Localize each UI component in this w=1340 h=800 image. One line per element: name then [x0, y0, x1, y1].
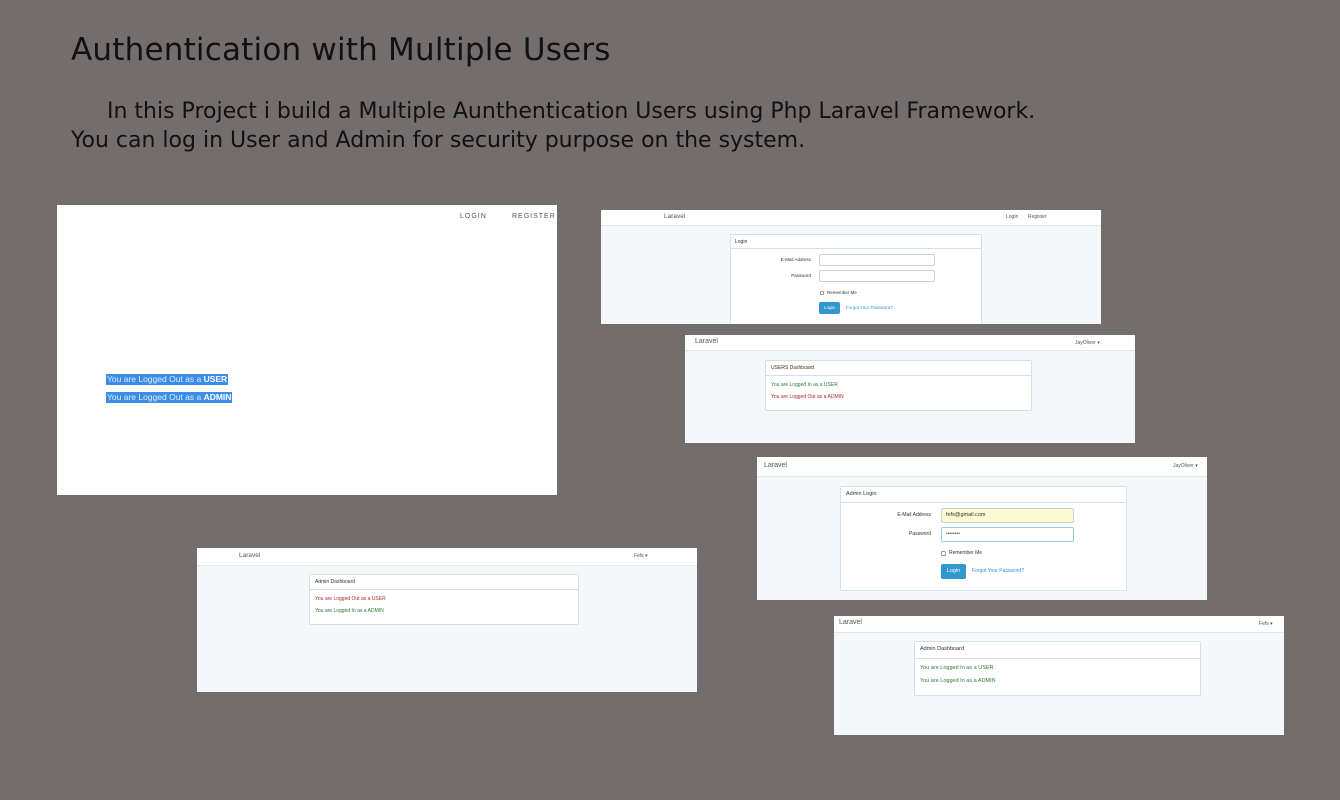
status-line-user-text: You are Logged Out as a — [107, 374, 204, 384]
status-line-user-text: You are Logged Out as a — [315, 596, 372, 602]
screenshot-admin-login: Laravel JayOliver ▾ Admin Login E-Mail A… — [757, 457, 1207, 600]
admin-dashboard-panel: Admin Dashboard You are Logged In as a U… — [914, 641, 1201, 696]
status-line-admin-text: You are Logged In as a — [920, 678, 978, 684]
screenshot-admin-dashboard-a: Laravel Fefs ▾ Admin Dashboard You are L… — [197, 548, 697, 692]
remember-checkbox[interactable] — [820, 291, 824, 295]
status-line-admin-text: You are Logged Out as a — [107, 392, 204, 402]
brand-link[interactable]: Laravel — [695, 338, 718, 345]
nav-login-link[interactable]: Login — [1006, 214, 1018, 220]
password-label: Password — [791, 273, 811, 278]
navbar: Laravel Fefs ▾ — [197, 548, 697, 566]
users-dashboard-panel: USERS Dashboard You are Logged In as a U… — [765, 360, 1032, 411]
screenshot-admin-dashboard-b: Laravel Fefs ▾ Admin Dashboard You are L… — [834, 616, 1284, 735]
remember-label: Remember Me — [827, 290, 857, 295]
status-line-user-role: USER — [823, 382, 838, 388]
email-label: E-Mail Address — [780, 257, 811, 262]
status-line-user-text: You are Logged In as a — [771, 382, 824, 388]
panel-title: Admin Dashboard — [310, 575, 578, 590]
status-line-user-text: You are Logged In as a — [920, 665, 979, 671]
screenshot-welcome: LOGIN REGISTER You are Logged Out as a U… — [57, 205, 557, 495]
status-line-admin-role: ADMIN — [827, 394, 844, 400]
navbar: Laravel JayOliver ▾ — [685, 335, 1135, 351]
status-line-user: You are Logged Out as a USER — [106, 374, 229, 385]
login-button[interactable]: Login — [941, 564, 966, 579]
login-panel: Login E-Mail Address Password Remember M… — [730, 234, 982, 324]
password-value: •••••••• — [946, 531, 961, 537]
panel-title: USERS Dashboard — [766, 361, 1031, 376]
brand-link[interactable]: Laravel — [664, 213, 685, 220]
screenshot-user-dashboard: Laravel JayOliver ▾ USERS Dashboard You … — [685, 335, 1135, 443]
status-line-admin: You are Logged Out as a ADMIN — [771, 394, 844, 400]
status-line-user: You are Logged In as a USER — [920, 665, 994, 671]
remember-checkbox[interactable] — [941, 551, 946, 556]
brand-link[interactable]: Laravel — [839, 619, 862, 626]
admin-login-panel: Admin Login E-Mail Address fefs@gmail.co… — [840, 486, 1127, 591]
page-description: In this Project i build a Multiple Aunth… — [71, 97, 1171, 155]
description-line-2: You can log in User and Admin for securi… — [71, 128, 806, 153]
user-menu-dropdown[interactable]: JayOliver ▾ — [1173, 463, 1198, 469]
forgot-password-link[interactable]: Forgot Your Password? — [972, 568, 1024, 574]
panel-title: Admin Dashboard — [915, 642, 1200, 659]
panel-title: Login — [731, 235, 981, 249]
status-line-admin-role: ADMIN — [203, 392, 232, 402]
page-title: Authentication with Multiple Users — [71, 32, 611, 68]
password-label: Password — [909, 531, 931, 537]
brand-link[interactable]: Laravel — [764, 462, 787, 469]
screenshot-login: Laravel Login Register Login E-Mail Addr… — [601, 210, 1101, 324]
status-line-user: You are Logged Out as a USER — [315, 596, 386, 602]
remember-label: Remember Me — [949, 550, 983, 556]
nav-register-link[interactable]: REGISTER — [512, 213, 556, 220]
status-line-admin: You are Logged In as a ADMIN — [920, 678, 996, 684]
brand-link[interactable]: Laravel — [239, 552, 260, 559]
status-line-user-role: USER — [978, 665, 994, 671]
navbar: Laravel JayOliver ▾ — [757, 457, 1207, 477]
description-line-1: In this Project i build a Multiple Aunth… — [107, 99, 1036, 124]
user-menu-dropdown[interactable]: Fefs ▾ — [634, 553, 648, 559]
password-input[interactable]: •••••••• — [941, 527, 1074, 542]
status-line-admin-role: ADMIN — [977, 678, 996, 684]
login-button[interactable]: Login — [819, 302, 840, 314]
navbar: Laravel Fefs ▾ — [834, 616, 1284, 633]
email-input[interactable] — [819, 254, 935, 266]
status-line-admin-text: You are Logged Out as a — [771, 394, 828, 400]
email-label: E-Mail Address — [897, 512, 931, 518]
admin-dashboard-panel: Admin Dashboard You are Logged Out as a … — [309, 574, 579, 625]
password-input[interactable] — [819, 270, 935, 282]
status-line-user-role: USER — [371, 596, 386, 602]
status-line-admin-text: You are Logged In as a — [315, 608, 368, 614]
panel-title: Admin Login — [841, 487, 1126, 503]
status-line-admin: You are Logged Out as a ADMIN — [106, 392, 233, 403]
status-line-admin: You are Logged In as a ADMIN — [315, 608, 384, 614]
nav-login-link[interactable]: LOGIN — [460, 213, 487, 220]
status-line-admin-role: ADMIN — [367, 608, 384, 614]
email-input[interactable]: fefs@gmail.com — [941, 508, 1074, 523]
navbar: Laravel Login Register — [601, 210, 1101, 226]
forgot-password-link[interactable]: Forgot Your Password? — [846, 305, 893, 310]
status-line-user-role: USER — [203, 374, 228, 384]
user-menu-dropdown[interactable]: Fefs ▾ — [1259, 621, 1273, 627]
nav-register-link[interactable]: Register — [1028, 214, 1047, 220]
status-line-user: You are Logged In as a USER — [771, 382, 838, 388]
email-value: fefs@gmail.com — [946, 512, 986, 518]
user-menu-dropdown[interactable]: JayOliver ▾ — [1075, 340, 1100, 346]
